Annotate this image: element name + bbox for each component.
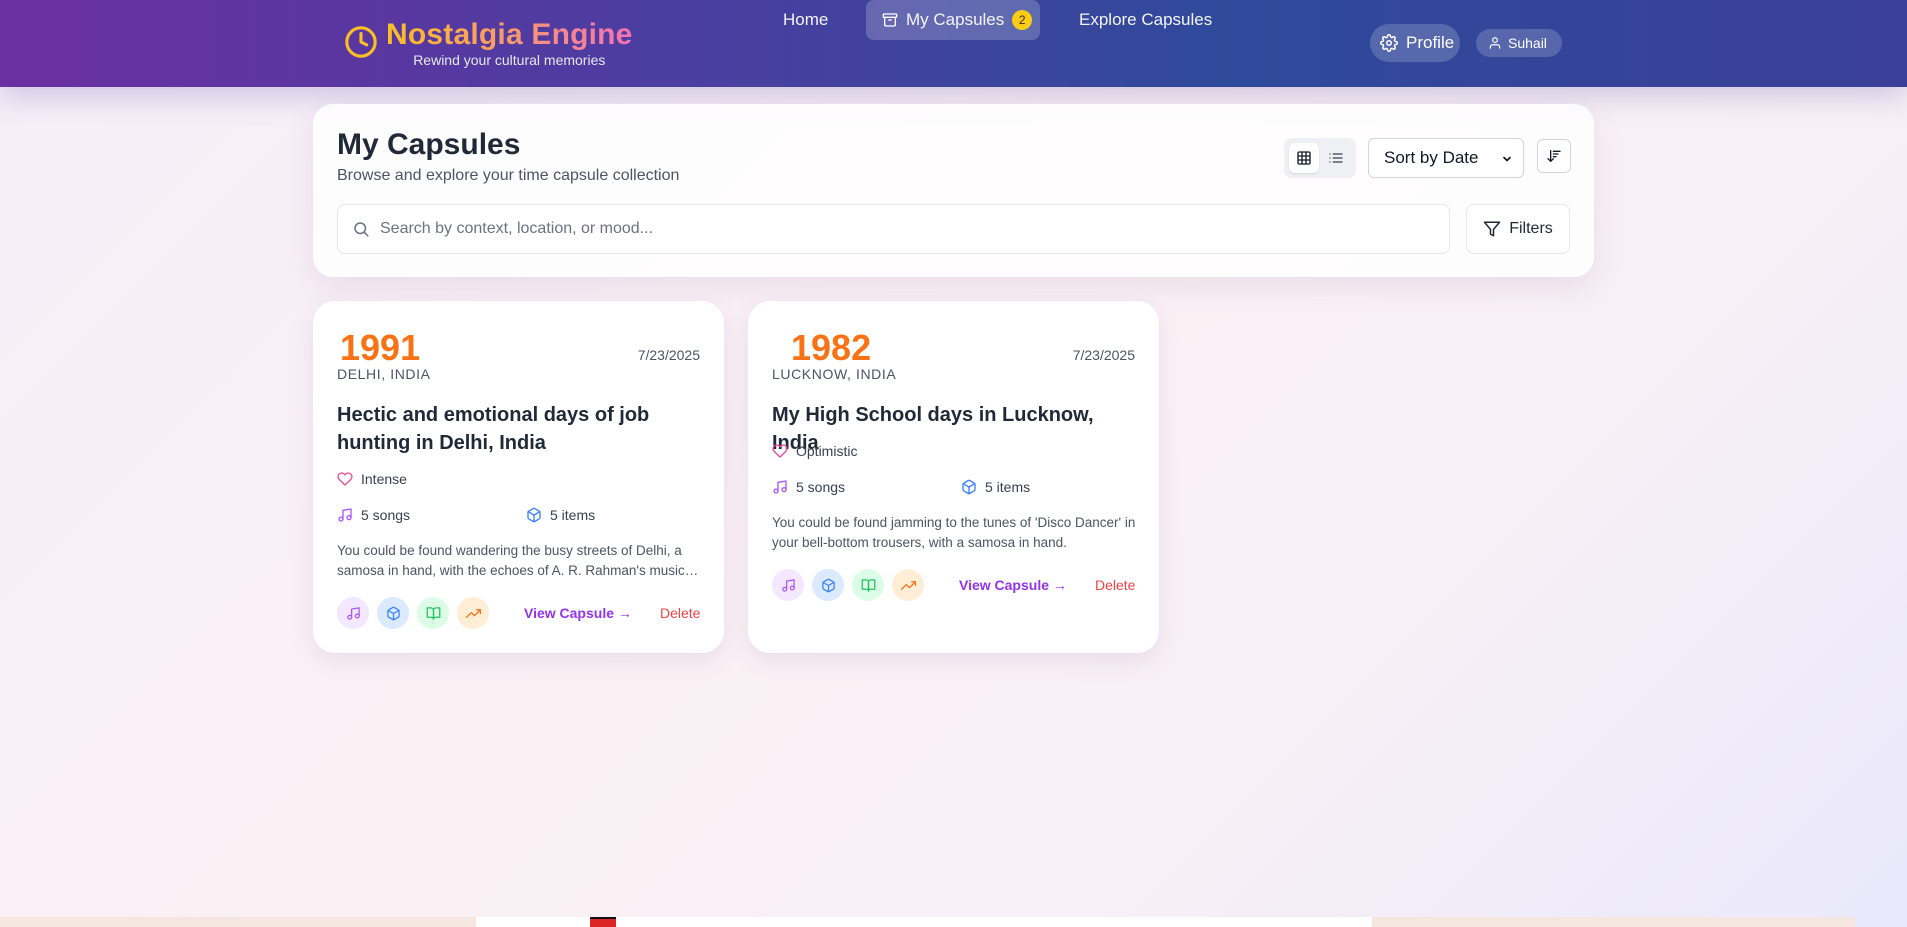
nav-my-capsules-label: My Capsules xyxy=(906,10,1005,29)
grid-icon xyxy=(1297,151,1311,165)
page-subtitle: Browse and explore your time capsule col… xyxy=(337,167,680,184)
filter-icon xyxy=(1483,221,1501,237)
user-menu-button[interactable]: Suhail xyxy=(1476,29,1562,57)
brand[interactable]: Nostalgia Engine Rewind your cultural me… xyxy=(344,18,633,68)
capsule-items-count: 5 items xyxy=(961,479,1030,495)
top-nav-bar: Nostalgia Engine Rewind your cultural me… xyxy=(0,0,1907,87)
sort-select[interactable]: Sort by Date xyxy=(1368,138,1524,178)
capsule-title: Hectic and emotional days of job hunting… xyxy=(337,404,650,454)
delete-capsule-button[interactable]: Delete xyxy=(1095,577,1135,593)
capsule-songs-label: 5 songs xyxy=(796,479,846,495)
clock-icon xyxy=(345,26,377,58)
box-icon xyxy=(386,606,400,620)
view-toggle xyxy=(1284,138,1356,178)
app-title: Nostalgia Engine xyxy=(386,18,633,51)
capsule-count-badge: 2 xyxy=(1012,10,1033,30)
nav-my-capsules[interactable]: My Capsules 2 xyxy=(866,0,1040,40)
capsule-date: 7/23/2025 xyxy=(1072,347,1135,363)
music-icon xyxy=(781,578,795,592)
capsule-items-label: 5 items xyxy=(985,479,1031,495)
search-input[interactable]: Search by context, location, or mood... xyxy=(337,204,1450,254)
book-open-icon xyxy=(861,578,875,592)
capsule-year: 1982 xyxy=(791,327,872,368)
user-icon xyxy=(1489,37,1501,49)
view-capsule-link[interactable]: View Capsule → xyxy=(959,577,1067,593)
trends-category-chip[interactable] xyxy=(892,569,924,601)
book-open-icon xyxy=(426,606,440,620)
books-category-chip[interactable] xyxy=(417,597,449,629)
view-capsule-link[interactable]: View Capsule → xyxy=(524,605,632,621)
search-icon xyxy=(354,222,369,237)
list-view-button[interactable] xyxy=(1321,143,1351,173)
sort-descending-icon xyxy=(1547,150,1561,162)
trending-up-icon xyxy=(900,580,916,590)
capsule-year: 1991 xyxy=(340,327,421,368)
delete-capsule-button[interactable]: Delete xyxy=(660,605,700,621)
sort-select-value: Sort by Date xyxy=(1384,148,1479,167)
profile-label: Profile xyxy=(1406,33,1455,52)
archive-icon xyxy=(882,13,898,27)
capsule-location: DELHI, INDIA xyxy=(337,366,431,382)
app-subtitle: Rewind your cultural memories xyxy=(413,52,606,68)
grid-view-button[interactable] xyxy=(1289,143,1319,173)
box-icon xyxy=(527,507,541,523)
heart-icon xyxy=(337,472,353,486)
music-category-chip[interactable] xyxy=(337,597,369,629)
capsule-card[interactable]: 1982 LUCKNOW, INDIA 7/23/2025 My High Sc… xyxy=(748,301,1159,653)
search-placeholder: Search by context, location, or mood... xyxy=(380,220,654,237)
filters-button[interactable]: Filters xyxy=(1466,204,1570,254)
box-icon xyxy=(821,578,835,592)
capsule-songs-count: 5 songs xyxy=(337,507,410,523)
capsule-description: You could be found wandering the busy st… xyxy=(337,543,685,578)
list-icon xyxy=(1329,153,1343,163)
items-category-chip[interactable] xyxy=(812,569,844,601)
filters-label: Filters xyxy=(1509,220,1553,237)
gear-icon xyxy=(1380,34,1398,52)
profile-button[interactable]: Profile xyxy=(1370,24,1460,62)
music-category-chip[interactable] xyxy=(772,569,804,601)
chevron-down-icon xyxy=(1503,156,1511,162)
items-category-chip[interactable] xyxy=(377,597,409,629)
capsule-description: You could be found jamming to the tunes … xyxy=(772,515,1136,550)
capsules-toolbar-panel: My Capsules Browse and explore your time… xyxy=(313,104,1594,277)
capsule-items-count: 5 items xyxy=(526,507,595,523)
capsule-songs-count: 5 songs xyxy=(772,479,845,495)
box-icon xyxy=(962,479,976,495)
capsule-items-label: 5 items xyxy=(550,507,596,523)
music-icon xyxy=(773,480,787,494)
music-icon xyxy=(346,606,360,620)
capsule-mood-label: Optimistic xyxy=(796,443,858,459)
capsule-mood-label: Intense xyxy=(361,471,407,487)
heart-icon xyxy=(772,444,788,458)
trends-category-chip[interactable] xyxy=(457,597,489,629)
nav-home[interactable]: Home xyxy=(783,0,828,40)
capsule-mood: Optimistic xyxy=(772,443,857,459)
capsule-songs-label: 5 songs xyxy=(361,507,411,523)
sort-direction-button[interactable] xyxy=(1537,139,1571,173)
nav-explore-capsules[interactable]: Explore Capsules xyxy=(1079,0,1212,40)
books-category-chip[interactable] xyxy=(852,569,884,601)
capsule-date: 7/23/2025 xyxy=(637,347,700,363)
capsule-card[interactable]: 1991 DELHI, INDIA 7/23/2025 Hectic and e… xyxy=(313,301,724,653)
page-title: My Capsules xyxy=(337,128,521,161)
trending-up-icon xyxy=(465,608,481,618)
bottom-content-thumbnail xyxy=(590,917,616,927)
capsule-mood: Intense xyxy=(337,471,407,487)
user-name: Suhail xyxy=(1508,35,1547,51)
music-icon xyxy=(338,508,352,522)
capsule-location: LUCKNOW, INDIA xyxy=(772,366,897,382)
